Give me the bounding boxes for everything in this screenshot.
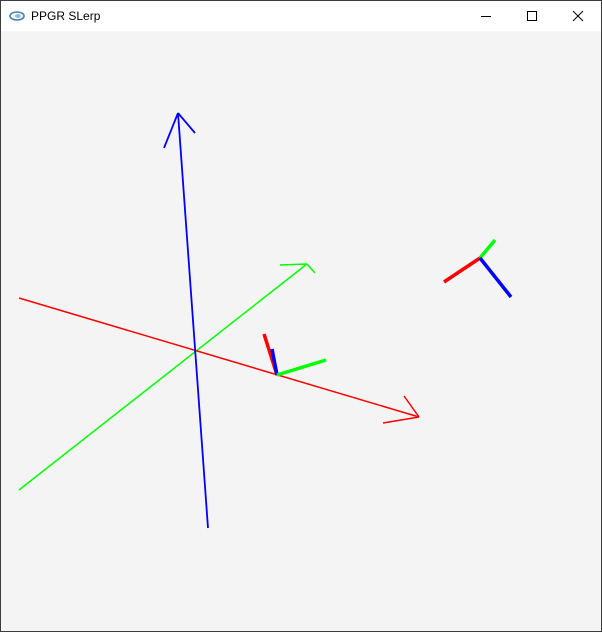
window-title: PPGR SLerp: [31, 9, 101, 23]
maximize-button[interactable]: [509, 1, 555, 31]
close-button[interactable]: [555, 1, 601, 31]
opengl-viewport[interactable]: [1, 31, 601, 631]
opengl-app-icon: [9, 11, 25, 21]
viewport-background: [1, 31, 601, 631]
maximize-icon: [527, 11, 537, 21]
minimize-button[interactable]: [463, 1, 509, 31]
minimize-icon: [481, 16, 491, 17]
title-bar[interactable]: PPGR SLerp: [1, 1, 601, 31]
close-icon: [572, 10, 584, 22]
scene-canvas: [1, 31, 601, 631]
app-window: PPGR SLerp: [0, 0, 602, 632]
